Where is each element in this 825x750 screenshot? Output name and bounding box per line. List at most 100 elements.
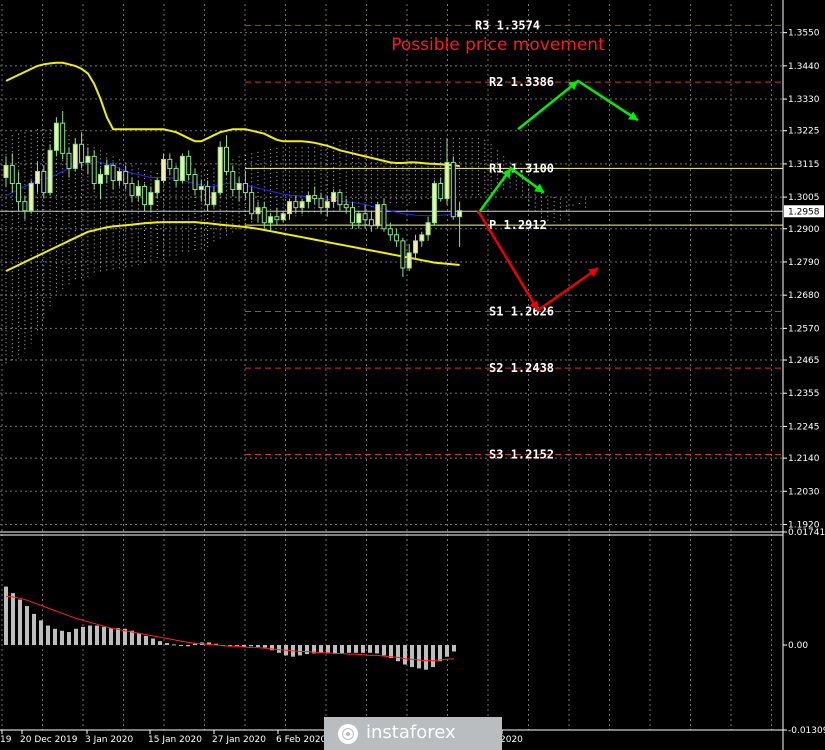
macd-bar <box>165 643 169 646</box>
candle <box>431 180 437 226</box>
candle-body <box>450 161 456 218</box>
candle <box>375 201 381 229</box>
macd-bar <box>74 628 78 646</box>
time-tick-label: 20 Dec 2019 <box>20 735 78 745</box>
candle-body <box>72 143 78 169</box>
macd-bar <box>39 620 43 646</box>
time-tick-label: 27 Jan 2020 <box>212 735 266 745</box>
macd-bar <box>179 645 183 647</box>
macd-bar <box>389 645 393 659</box>
candle-body <box>79 143 85 163</box>
macd-bar <box>382 645 386 656</box>
candle-body <box>400 240 406 269</box>
candle-body <box>425 222 431 236</box>
pivot-label: S2 1.2438 <box>489 361 554 375</box>
candle-body <box>255 207 261 215</box>
macd-bar <box>438 645 442 662</box>
macd-bar <box>361 645 365 653</box>
candle-body <box>331 192 337 203</box>
price-tick-label: 1.2355 <box>788 389 820 399</box>
macd-tick-label: -0.01309 <box>788 726 825 736</box>
macd-bar <box>445 645 449 657</box>
candle-body <box>217 146 223 194</box>
candle <box>179 153 185 184</box>
macd-bar <box>109 628 113 646</box>
candle-body <box>419 234 425 242</box>
macd-bar <box>319 645 323 653</box>
candle-body <box>35 170 40 185</box>
candle-body <box>3 164 9 178</box>
candle-body <box>249 192 255 215</box>
candle-body <box>198 186 204 191</box>
candle-body <box>9 164 15 185</box>
price-tick-label: 1.3005 <box>788 193 820 203</box>
candle-body <box>41 170 47 194</box>
candle-body <box>211 192 217 206</box>
pivot-label: R2 1.3386 <box>489 75 554 89</box>
macd-bar <box>172 644 176 646</box>
macd-tick-label: 0.00 <box>788 641 808 651</box>
price-tick-label: 1.3550 <box>788 29 820 39</box>
candle-body <box>98 173 103 185</box>
macd-bar <box>263 645 267 648</box>
price-tick-label: 1.2570 <box>788 324 820 334</box>
candle-body <box>350 207 355 224</box>
time-tick-label: 19 <box>0 735 12 745</box>
candle-body <box>438 183 444 200</box>
candle-body <box>85 155 91 163</box>
macd-bar <box>32 613 36 646</box>
candle-body <box>142 186 148 206</box>
candle-body <box>287 201 292 215</box>
candle-body <box>66 152 72 169</box>
candle-body <box>22 201 28 212</box>
macd-bar <box>67 632 71 646</box>
macd-bar <box>354 645 358 653</box>
candle-body <box>356 213 362 224</box>
macd-bar <box>249 645 253 647</box>
candle-body <box>381 204 387 230</box>
pivot-label: S3 1.2152 <box>489 447 554 461</box>
pivot-label: P 1.2912 <box>489 218 547 232</box>
macd-bar <box>11 593 15 646</box>
time-tick-label: 3 Jan 2020 <box>85 735 133 745</box>
price-tick-label: 1.3225 <box>788 127 820 137</box>
candle-body <box>104 164 110 175</box>
candle-body <box>28 183 34 212</box>
candle-body <box>444 161 450 200</box>
candle-body <box>224 146 229 172</box>
candle-body <box>60 122 66 154</box>
price-tick-label: 1.2790 <box>788 258 820 268</box>
price-tick-label: 1.2465 <box>788 356 820 366</box>
macd-bar <box>4 586 8 646</box>
pivot-label: R1 1.3100 <box>489 161 554 175</box>
candle-body <box>47 149 53 194</box>
price-tick-label: 1.3440 <box>788 62 820 72</box>
candle-body <box>192 173 198 191</box>
macd-bar <box>144 635 148 646</box>
candle-body <box>457 210 463 218</box>
candle-body <box>135 186 141 197</box>
current-price-label: 1.2958 <box>788 207 820 217</box>
instaforex-logo: instaforex <box>324 717 502 750</box>
candle-body <box>205 186 211 206</box>
time-tick-label: 15 Jan 2020 <box>148 735 202 745</box>
candle-body <box>230 170 236 191</box>
macd-bar <box>340 645 344 654</box>
candle <box>28 180 34 214</box>
candle <box>217 141 223 196</box>
macd-bar <box>193 643 197 646</box>
macd-bar <box>53 628 57 646</box>
candle-body <box>236 183 242 191</box>
macd-bar <box>60 630 64 646</box>
candle-body <box>375 204 381 227</box>
candle-body <box>167 158 173 169</box>
candle-body <box>337 192 343 206</box>
candle-body <box>394 234 400 242</box>
price-tick-label: 1.2680 <box>788 291 820 301</box>
price-tick-label: 1.3115 <box>788 160 820 170</box>
candle-body <box>110 164 116 182</box>
candle-body <box>312 195 318 200</box>
candle-body <box>123 170 129 185</box>
candle-body <box>268 216 274 224</box>
macd-bar <box>25 606 29 646</box>
